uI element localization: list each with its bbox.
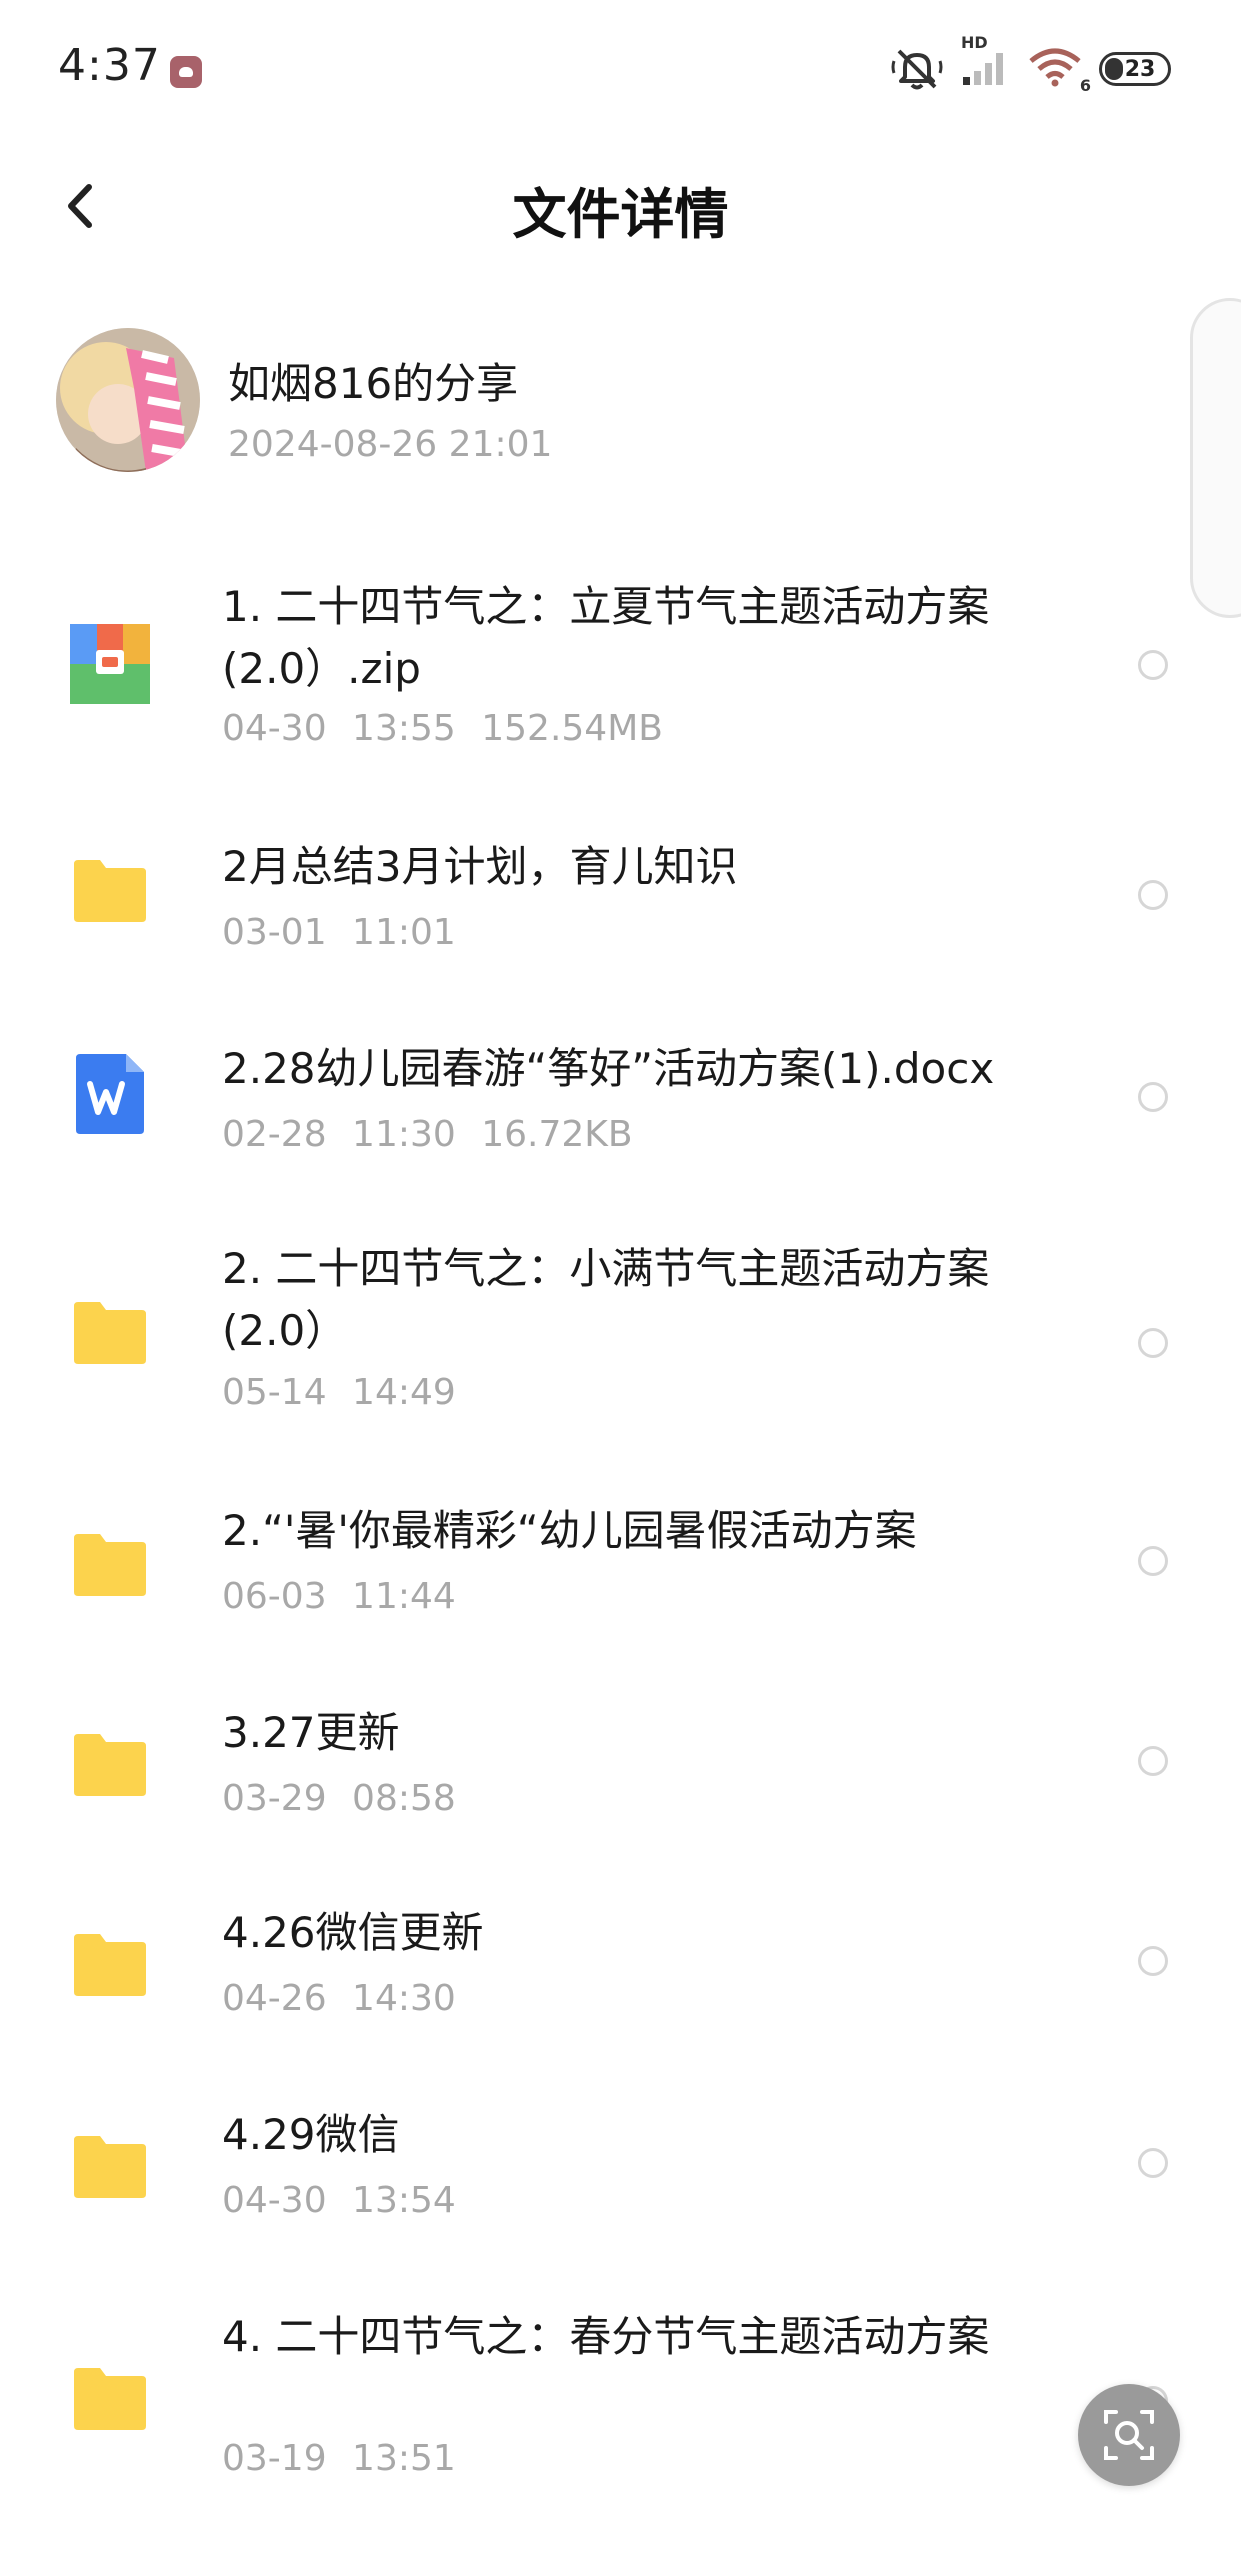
battery-level: 23 <box>1124 56 1156 82</box>
share-header: 如烟816的分享 2024-08-26 21:01 <box>56 328 1156 478</box>
zip-icon <box>70 624 150 704</box>
notification-app-icon <box>170 56 202 88</box>
status-bar: 4:37 HD 6 23 <box>0 0 1241 140</box>
file-row[interactable]: 4.29微信 04-30 13:54 <box>0 2088 1241 2238</box>
select-radio[interactable] <box>1138 1328 1168 1358</box>
wifi-generation: 6 <box>1079 76 1091 95</box>
avatar[interactable] <box>56 328 200 472</box>
file-row[interactable]: 4. 二十四节气之：春分节气主题活动方案 03-19 13:51 <box>0 2290 1241 2500</box>
folder-icon <box>70 1930 150 2010</box>
word-doc-icon <box>70 1054 150 1134</box>
file-row[interactable]: 3.27更新 03-29 08:58 <box>0 1686 1241 1836</box>
signal-icon: HD <box>961 33 1011 91</box>
file-name: 3.27更新 <box>222 1708 400 1757</box>
status-time: 4:37 <box>58 40 161 91</box>
status-icons: HD 6 23 <box>891 33 1171 95</box>
wifi-icon: 6 <box>1029 47 1091 95</box>
image-search-button[interactable] <box>1078 2384 1180 2486</box>
folder-icon <box>70 1298 150 1378</box>
select-radio[interactable] <box>1138 1946 1168 1976</box>
share-date: 2024-08-26 21:01 <box>228 424 553 465</box>
select-radio[interactable] <box>1138 1546 1168 1576</box>
select-radio[interactable] <box>1138 1082 1168 1112</box>
file-name: 1. 二十四节气之：立夏节气主题活动方案(2.0）.zip <box>222 582 990 693</box>
file-name: 4. 二十四节气之：春分节气主题活动方案 <box>222 2312 990 2361</box>
file-meta: 05-14 14:49 <box>222 1372 456 1413</box>
header: 文件详情 <box>0 140 1241 270</box>
file-name: 2.“'暑'你最精彩“幼儿园暑假活动方案 <box>222 1506 917 1555</box>
file-meta: 06-03 11:44 <box>222 1576 456 1617</box>
mute-icon <box>891 49 943 90</box>
file-meta: 04-30 13:55 152.54MB <box>222 708 663 749</box>
file-meta: 04-26 14:30 <box>222 1978 456 2019</box>
file-row[interactable]: 2.28幼儿园春游“筝好”活动方案(1).docx 02-28 11:30 16… <box>0 1022 1241 1172</box>
select-radio[interactable] <box>1138 880 1168 910</box>
battery-icon: 23 <box>1099 52 1171 86</box>
file-meta: 03-19 13:51 <box>222 2438 456 2479</box>
image-search-icon <box>1104 2410 1154 2460</box>
file-meta: 03-01 11:01 <box>222 912 456 953</box>
share-title: 如烟816的分享 <box>228 359 519 408</box>
file-name: 2月总结3月计划，育儿知识 <box>222 842 738 891</box>
file-meta: 02-28 11:30 16.72KB <box>222 1114 633 1155</box>
folder-icon <box>70 2364 150 2444</box>
file-name: 2. 二十四节气之：小满节气主题活动方案(2.0） <box>222 1244 990 1355</box>
folder-icon <box>70 856 150 936</box>
file-name: 4.26微信更新 <box>222 1908 484 1957</box>
select-radio[interactable] <box>1138 1746 1168 1776</box>
page-title: 文件详情 <box>512 183 729 246</box>
file-row[interactable]: 2. 二十四节气之：小满节气主题活动方案(2.0） 05-14 14:49 <box>0 1222 1241 1432</box>
select-radio[interactable] <box>1138 2148 1168 2178</box>
select-radio[interactable] <box>1138 650 1168 680</box>
file-row[interactable]: 1. 二十四节气之：立夏节气主题活动方案(2.0）.zip 04-30 13:5… <box>0 560 1241 770</box>
file-meta: 04-30 13:54 <box>222 2180 456 2221</box>
file-row[interactable]: 2.“'暑'你最精彩“幼儿园暑假活动方案 06-03 11:44 <box>0 1484 1241 1634</box>
folder-icon <box>70 1530 150 1610</box>
file-name: 4.29微信 <box>222 2110 400 2159</box>
file-name: 2.28幼儿园春游“筝好”活动方案(1).docx <box>222 1044 995 1093</box>
hd-label: HD <box>961 33 988 52</box>
folder-icon <box>70 1730 150 1810</box>
file-row[interactable]: 2月总结3月计划，育儿知识 03-01 11:01 <box>0 820 1241 970</box>
folder-icon <box>70 2132 150 2212</box>
file-row[interactable]: 4.26微信更新 04-26 14:30 <box>0 1886 1241 2036</box>
file-meta: 03-29 08:58 <box>222 1778 456 1819</box>
